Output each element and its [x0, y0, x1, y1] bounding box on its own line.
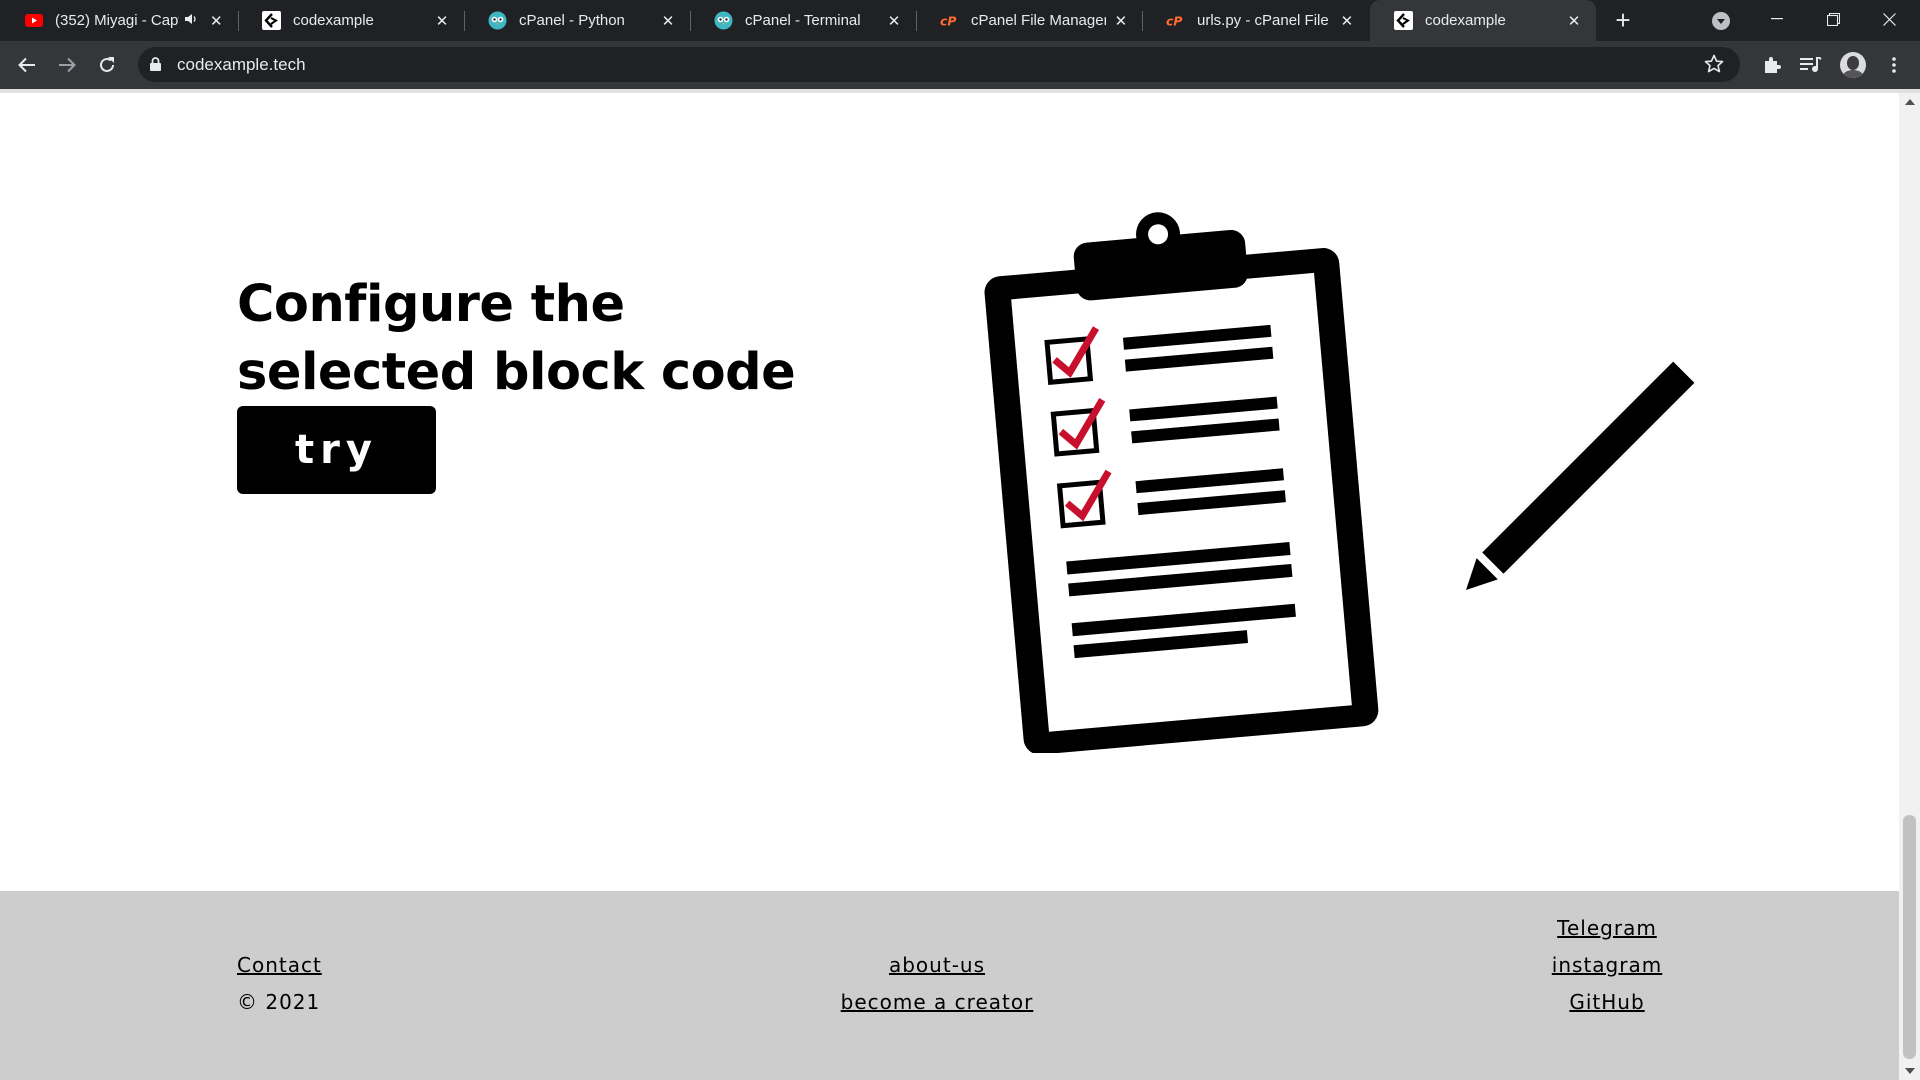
media-control-icon[interactable]	[1800, 54, 1822, 76]
svg-text:cP: cP	[940, 14, 956, 27]
close-tab-icon[interactable]: ✕	[1112, 11, 1130, 31]
menu-kebab-icon[interactable]	[1883, 54, 1905, 76]
address-bar[interactable]: codexample.tech	[138, 47, 1740, 82]
close-tab-icon[interactable]: ✕	[432, 11, 452, 31]
tab-cpanel-file-manager[interactable]: cP cPanel File Manager v ✕	[916, 0, 1142, 41]
tab-strip: (352) Miyagi - Capt ✕ codexample ✕ cPane…	[0, 0, 1920, 41]
tab-title: codexample	[1425, 12, 1506, 29]
close-tab-icon[interactable]: ✕	[658, 11, 678, 31]
scroll-up-arrow-icon[interactable]	[1905, 99, 1915, 105]
back-button[interactable]	[13, 51, 41, 79]
codexample-logo-icon	[1394, 11, 1413, 30]
footer-middle-column: about-us become a creator	[837, 946, 1037, 1020]
about-us-link[interactable]: about-us	[889, 953, 985, 977]
close-window-button[interactable]	[1866, 0, 1912, 38]
clipboard-icon	[984, 212, 1379, 753]
svg-text:cP: cP	[1166, 14, 1182, 27]
new-tab-button[interactable]: +	[1610, 7, 1636, 34]
tab-codexample[interactable]: codexample ✕	[238, 0, 464, 41]
clipboard-illustration	[984, 212, 1695, 753]
copyright-text: © 2021	[237, 989, 321, 1014]
tab-title: cPanel - Python	[519, 12, 625, 29]
cpanel-owl-icon	[488, 11, 507, 30]
scroll-down-arrow-icon[interactable]	[1905, 1068, 1915, 1074]
url-text[interactable]: codexample.tech	[177, 55, 306, 75]
cpanel-icon: cP	[940, 11, 959, 30]
tab-title: (352) Miyagi - Capt	[55, 12, 179, 29]
contact-link[interactable]: Contact	[237, 953, 322, 977]
tab-codexample-active[interactable]: codexample ✕	[1370, 0, 1596, 41]
avatar-body	[1843, 70, 1863, 78]
github-link[interactable]: GitHub	[1569, 990, 1644, 1014]
forward-button[interactable]	[53, 51, 81, 79]
close-tab-icon[interactable]: ✕	[207, 11, 226, 31]
close-tab-icon[interactable]: ✕	[1338, 11, 1356, 31]
footer-social-column: Telegram instagram GitHub	[1507, 909, 1707, 1020]
cpanel-icon: cP	[1166, 11, 1185, 30]
tab-title: cPanel - Terminal	[745, 12, 861, 29]
hero-title: Configure the selected block code	[237, 275, 796, 402]
lock-icon[interactable]	[150, 57, 161, 76]
footer-left-column: Contact © 2021	[237, 946, 322, 1020]
instagram-link[interactable]: instagram	[1552, 953, 1662, 977]
tab-cpanel-terminal[interactable]: cPanel - Terminal ✕	[690, 0, 916, 41]
tab-urls-py[interactable]: cP urls.py - cPanel File M ✕	[1142, 0, 1368, 41]
page-scrollbar[interactable]	[1899, 93, 1920, 1080]
telegram-link[interactable]: Telegram	[1557, 916, 1657, 940]
restore-button[interactable]	[1810, 0, 1856, 38]
tab-youtube[interactable]: (352) Miyagi - Capt ✕	[0, 0, 238, 41]
cpanel-owl-icon	[714, 11, 733, 30]
try-button[interactable]: try	[237, 406, 436, 494]
youtube-icon	[24, 11, 43, 30]
bookmark-star-icon[interactable]	[1704, 54, 1724, 79]
become-creator-link[interactable]: become a creator	[841, 990, 1034, 1014]
close-tab-icon[interactable]: ✕	[884, 11, 904, 31]
extensions-puzzle-icon[interactable]	[1761, 54, 1783, 76]
pencil-icon	[1466, 361, 1695, 590]
avatar-face	[1847, 56, 1859, 70]
page-viewport: Configure the selected block code try Co…	[0, 93, 1899, 1080]
reload-button[interactable]	[93, 51, 121, 79]
scrollbar-thumb[interactable]	[1903, 815, 1916, 1059]
audio-playing-icon[interactable]	[185, 13, 201, 28]
site-footer: Contact © 2021 about-us become a creator…	[0, 891, 1899, 1080]
browser-toolbar: codexample.tech	[0, 41, 1920, 89]
tab-title: cPanel File Manager v	[971, 12, 1106, 29]
profile-avatar[interactable]	[1840, 52, 1866, 78]
close-tab-icon[interactable]: ✕	[1564, 11, 1584, 31]
tab-title: urls.py - cPanel File M	[1197, 12, 1332, 29]
tab-cpanel-python[interactable]: cPanel - Python ✕	[464, 0, 690, 41]
tab-search-icon[interactable]	[1712, 12, 1730, 30]
codexample-logo-icon	[262, 11, 281, 30]
tab-title: codexample	[293, 12, 374, 29]
minimize-button[interactable]	[1754, 0, 1800, 38]
